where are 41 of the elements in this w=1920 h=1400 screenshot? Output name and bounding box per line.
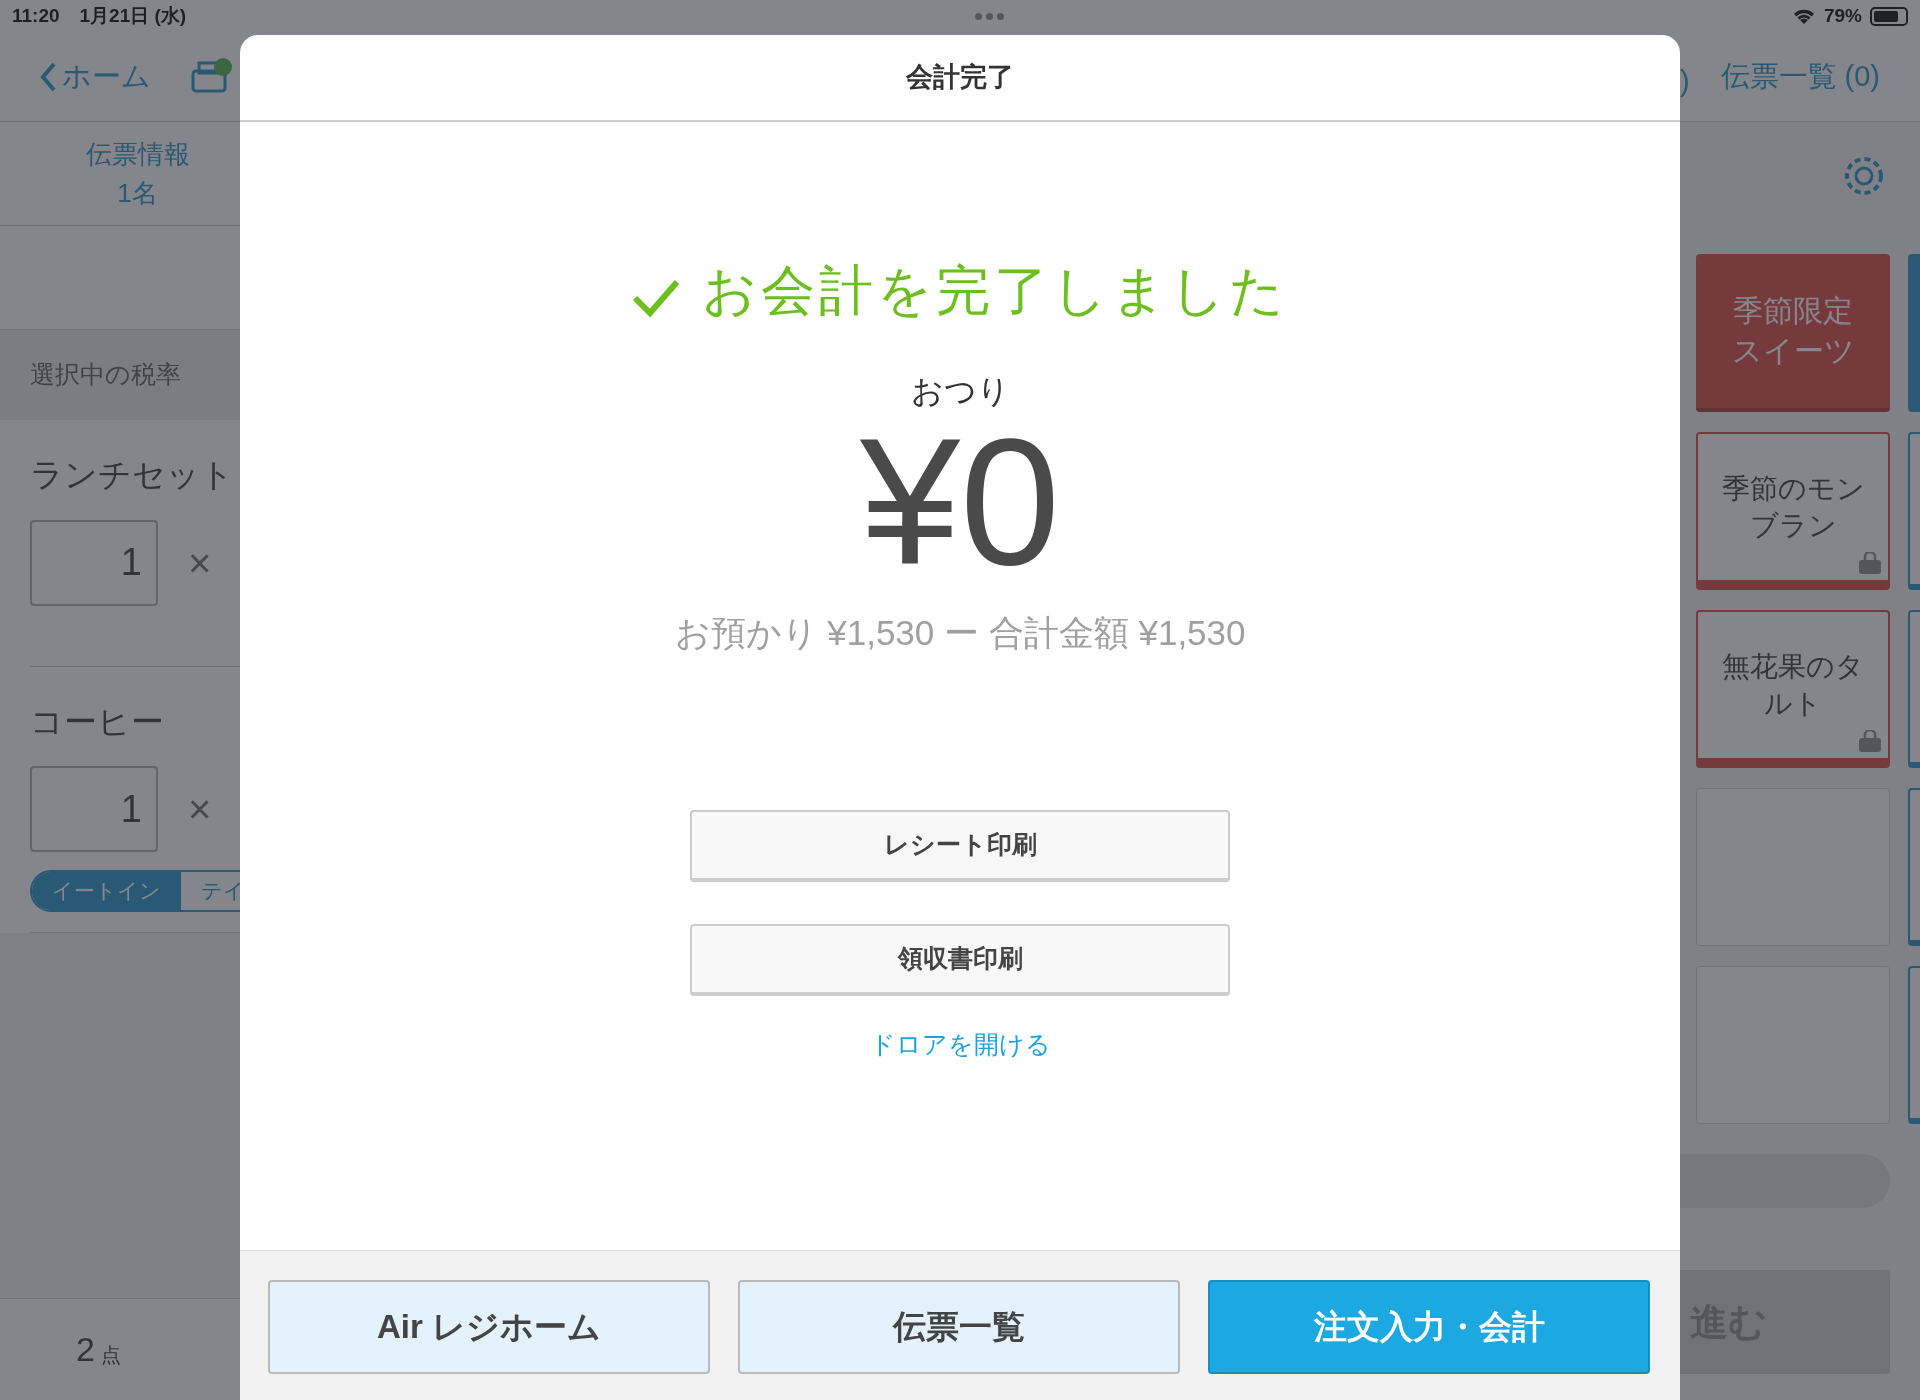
change-amount: ¥0 xyxy=(859,417,1061,587)
dine-option-tab[interactable]: イートイン xyxy=(32,872,181,910)
print-button[interactable]: レシート印刷 xyxy=(690,809,1230,882)
count-unit: 点 xyxy=(100,1342,121,1368)
item-count: 2 xyxy=(76,1329,95,1370)
success-message: お会計を完了しました xyxy=(702,259,1288,322)
bag-icon xyxy=(1858,552,1882,574)
open-drawer-link[interactable]: ドロアを開ける xyxy=(869,1025,1051,1063)
footer-button[interactable]: Air レジホーム xyxy=(268,1280,710,1374)
settings-icon[interactable] xyxy=(1842,154,1886,198)
print-button[interactable]: 領収書印刷 xyxy=(690,923,1230,996)
ticket-info-link[interactable]: 伝票情報 xyxy=(85,134,190,174)
battery-percent: 79% xyxy=(1823,3,1862,28)
item-name: ランチセット xyxy=(30,455,235,495)
tile-label: 無花果のタルト xyxy=(1721,650,1865,721)
dialog-title: 会計完了 xyxy=(906,61,1014,95)
footer-button[interactable]: 注文入力・会計 xyxy=(1208,1280,1650,1374)
footer-button[interactable]: 伝票一覧 xyxy=(738,1280,1180,1374)
quantity-field[interactable]: 1 xyxy=(30,766,158,852)
bag-icon xyxy=(1858,730,1882,752)
check-icon xyxy=(632,277,680,318)
ticket-list-tab[interactable]: 伝票一覧 (0) xyxy=(1720,54,1880,99)
guest-count: 1名 xyxy=(117,176,158,210)
tab-label[interactable]: ) xyxy=(1680,60,1690,104)
menu-item-tile[interactable]: 季節のモンブラン xyxy=(1696,432,1890,590)
multiply-sign: × xyxy=(188,786,212,833)
payment-summary: お預かり ¥1,530 ー 合計金額 ¥1,530 xyxy=(674,612,1246,654)
back-button[interactable]: ホーム xyxy=(40,54,151,99)
tax-rate-label: 選択中の税率 xyxy=(30,359,181,391)
tile-label: 季節のモンブラン xyxy=(1720,472,1866,543)
dots-icon xyxy=(974,12,1004,20)
item-name: コーヒー xyxy=(30,701,165,742)
status-date: 1月21日 (水) xyxy=(79,3,187,28)
menu-item-tile[interactable]: 無花果のタルト xyxy=(1696,610,1890,768)
category-tile[interactable]: 季節限定スイーツ xyxy=(1696,254,1890,412)
battery-icon xyxy=(1870,6,1908,26)
multiply-sign: × xyxy=(188,539,212,587)
quantity-field[interactable]: 1 xyxy=(30,519,158,606)
status-time: 11:20 xyxy=(12,3,60,28)
change-label: おつり xyxy=(910,372,1010,411)
back-icon xyxy=(40,61,56,92)
